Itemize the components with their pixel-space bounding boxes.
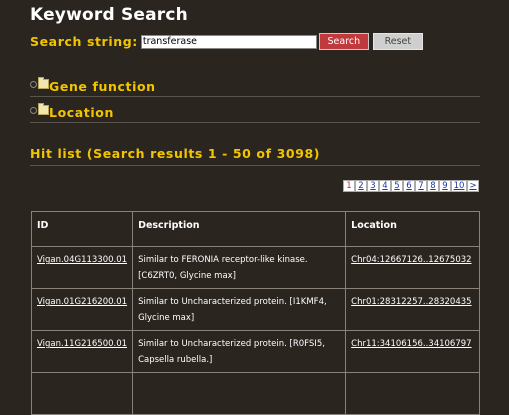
cell-description: Similar to Uncharacterized protein. [R0F… [132, 330, 347, 373]
cell-location: Chr04:12667126..12675032 [345, 246, 480, 289]
keyword-search-page: Keyword Search Search string: Search Res… [0, 0, 509, 415]
page-link-1[interactable]: 1 [343, 180, 355, 192]
column-header-location: Location [345, 211, 480, 247]
section-divider [30, 165, 480, 166]
gene-id-link[interactable]: Vigan.01G216200.01 [37, 297, 127, 307]
cell-description: Similar to Uncharacterized protein. [I1K… [132, 288, 347, 331]
location-link[interactable]: Chr04:12667126..12675032 [351, 255, 471, 265]
cell-id [30, 372, 134, 415]
page-title: Keyword Search [30, 5, 188, 25]
column-header-description: Description [132, 211, 347, 247]
cell-location: Chr01:28312257..28320435 [345, 288, 480, 331]
page-link-7[interactable]: 7 [415, 180, 427, 192]
section-location[interactable]: Location [30, 103, 480, 123]
description-line: Glycine max] [138, 313, 195, 323]
search-form: Search string: Search Reset [30, 33, 423, 50]
description-line: Capsella rubella.] [138, 355, 213, 365]
description-line: Similar to Uncharacterized protein. [I1K… [138, 297, 327, 307]
section-gene-function[interactable]: Gene function [30, 77, 480, 97]
results-table: ID Description Location Vigan.04G113300.… [30, 211, 480, 415]
table-row: Vigan.11G216500.01 Similar to Uncharacte… [30, 330, 480, 373]
folder-icon [38, 103, 49, 115]
column-header-id: ID [30, 211, 134, 247]
search-button[interactable]: Search [318, 33, 369, 50]
page-link-8[interactable]: 8 [427, 180, 439, 192]
gene-function-label[interactable]: Gene function [49, 79, 156, 94]
page-link-4[interactable]: 4 [379, 180, 391, 192]
location-link[interactable]: Chr01:28312257..28320435 [351, 297, 471, 307]
page-link-5[interactable]: 5 [391, 180, 403, 192]
cell-location: Chr11:34106156..34106797 [345, 330, 480, 373]
cell-description [132, 372, 347, 415]
hit-list-header: Hit list (Search results 1 - 50 of 3098) [30, 146, 480, 166]
cell-location [345, 372, 480, 415]
cell-id: Vigan.04G113300.01 [30, 246, 134, 289]
section-divider [30, 96, 480, 97]
page-link-6[interactable]: 6 [403, 180, 415, 192]
gene-id-link[interactable]: Vigan.11G216500.01 [37, 339, 127, 349]
cell-id: Vigan.01G216200.01 [30, 288, 134, 331]
reset-button[interactable]: Reset [372, 33, 423, 50]
search-input[interactable] [140, 34, 317, 49]
expand-bullet-icon [30, 107, 37, 114]
page-link-9[interactable]: 9 [439, 180, 451, 192]
location-label[interactable]: Location [49, 105, 114, 120]
search-string-label: Search string: [30, 34, 138, 49]
cell-description: Similar to FERONIA receptor-like kinase.… [132, 246, 347, 289]
hit-list-label: Hit list (Search results 1 - 50 of 3098) [30, 146, 321, 161]
next-page-link[interactable]: > [467, 180, 479, 192]
description-line: Similar to FERONIA receptor-like kinase. [138, 255, 308, 265]
section-divider [30, 122, 480, 123]
page-link-3[interactable]: 3 [367, 180, 379, 192]
page-link-10[interactable]: 10 [451, 180, 467, 192]
table-row: Vigan.01G216200.01 Similar to Uncharacte… [30, 288, 480, 331]
table-row [30, 372, 480, 415]
expand-bullet-icon [30, 81, 37, 88]
pagination: 1 2 3 4 5 6 7 8 9 10 > [343, 180, 479, 192]
cell-id: Vigan.11G216500.01 [30, 330, 134, 373]
table-row: Vigan.04G113300.01 Similar to FERONIA re… [30, 246, 480, 289]
page-link-2[interactable]: 2 [355, 180, 367, 192]
description-line: Similar to Uncharacterized protein. [R0F… [138, 339, 325, 349]
location-link[interactable]: Chr11:34106156..34106797 [351, 339, 471, 349]
description-line: [C6ZRT0, Glycine max] [138, 271, 237, 281]
folder-icon [38, 77, 49, 89]
table-header-row: ID Description Location [30, 211, 480, 247]
gene-id-link[interactable]: Vigan.04G113300.01 [37, 255, 127, 265]
